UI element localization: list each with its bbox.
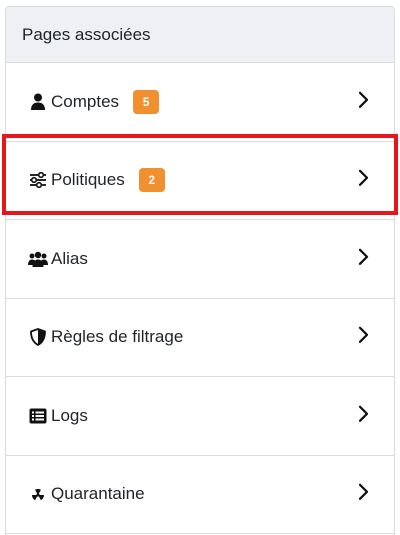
chevron-right-icon xyxy=(358,483,370,501)
item-label: Politiques xyxy=(51,170,125,190)
list-icon xyxy=(28,406,48,426)
chevron-right-icon xyxy=(358,326,370,344)
item-label: Quarantaine xyxy=(51,484,145,504)
item-label: Alias xyxy=(51,248,88,268)
panel-title: Pages associées xyxy=(22,24,151,44)
list-item-politiques[interactable]: Politiques 2 xyxy=(6,142,394,220)
item-label: Règles de filtrage xyxy=(51,327,184,347)
related-pages-panel: Pages associées Comptes 5 Politiques 2 A… xyxy=(5,6,395,535)
sliders-icon xyxy=(28,170,48,190)
chevron-right-icon xyxy=(358,91,370,109)
list-item-alias[interactable]: Alias xyxy=(6,220,394,299)
item-label: Comptes xyxy=(51,91,120,111)
panel-header: Pages associées xyxy=(6,7,394,63)
list-item-quarantaine[interactable]: Quarantaine xyxy=(6,456,394,534)
list-item-logs[interactable]: Logs xyxy=(6,377,394,456)
user-icon xyxy=(28,92,48,112)
radiation-icon xyxy=(28,484,48,504)
count-badge: 2 xyxy=(138,168,165,193)
list-item-comptes[interactable]: Comptes 5 xyxy=(6,63,394,142)
chevron-right-icon xyxy=(358,405,370,423)
chevron-right-icon xyxy=(358,248,370,266)
chevron-right-icon xyxy=(358,169,370,187)
item-label: Logs xyxy=(51,405,88,425)
users-icon xyxy=(28,249,48,269)
shield-icon xyxy=(28,327,48,347)
count-badge: 5 xyxy=(133,89,160,114)
list-item-regles-de-filtrage[interactable]: Règles de filtrage xyxy=(6,299,394,377)
